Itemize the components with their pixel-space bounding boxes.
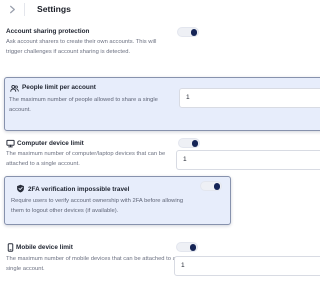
toggle-knob bbox=[191, 140, 198, 147]
users-icon bbox=[10, 84, 19, 92]
monitor-icon bbox=[6, 139, 15, 148]
shield-icon bbox=[17, 184, 24, 193]
setting-description: The maximum number of people allowed to … bbox=[9, 97, 158, 113]
toggle-knob bbox=[190, 29, 197, 36]
toggle-knob bbox=[213, 183, 220, 190]
chevron-right-icon[interactable] bbox=[8, 5, 17, 14]
setting-description: Ask account sharers to create their own … bbox=[6, 39, 157, 55]
toggle-knob bbox=[189, 244, 196, 251]
account-sharing-protection-toggle[interactable] bbox=[177, 27, 199, 37]
page-header: Settings bbox=[0, 0, 320, 20]
setting-people-limit-card: People limit per account The maximum num… bbox=[4, 77, 320, 131]
page-title: Settings bbox=[37, 4, 71, 14]
setting-title: Mobile device limit bbox=[16, 244, 73, 251]
setting-description: Require users to verify account ownershi… bbox=[11, 198, 184, 214]
mobile-device-limit-input[interactable]: 1 bbox=[174, 256, 320, 276]
setting-title: Account sharing protection bbox=[6, 28, 90, 35]
setting-description: The maximum number of mobile devices tha… bbox=[6, 256, 176, 272]
mobile-device-limit-toggle[interactable] bbox=[176, 242, 198, 252]
setting-2fa-impossible-travel-card: 2FA verification impossible travel Requi… bbox=[4, 176, 231, 225]
setting-title: People limit per account bbox=[22, 84, 96, 91]
setting-title: 2FA verification impossible travel bbox=[28, 186, 130, 193]
header-divider bbox=[24, 3, 25, 16]
2fa-impossible-travel-toggle[interactable] bbox=[200, 181, 222, 191]
computer-device-limit-input[interactable]: 1 bbox=[176, 150, 320, 170]
setting-title: Computer device limit bbox=[17, 140, 84, 147]
mobile-phone-icon bbox=[7, 243, 14, 252]
people-limit-input[interactable]: 1 bbox=[179, 88, 320, 108]
computer-device-limit-toggle[interactable] bbox=[178, 138, 200, 148]
setting-description: The maximum number of computer/laptop de… bbox=[6, 151, 166, 167]
